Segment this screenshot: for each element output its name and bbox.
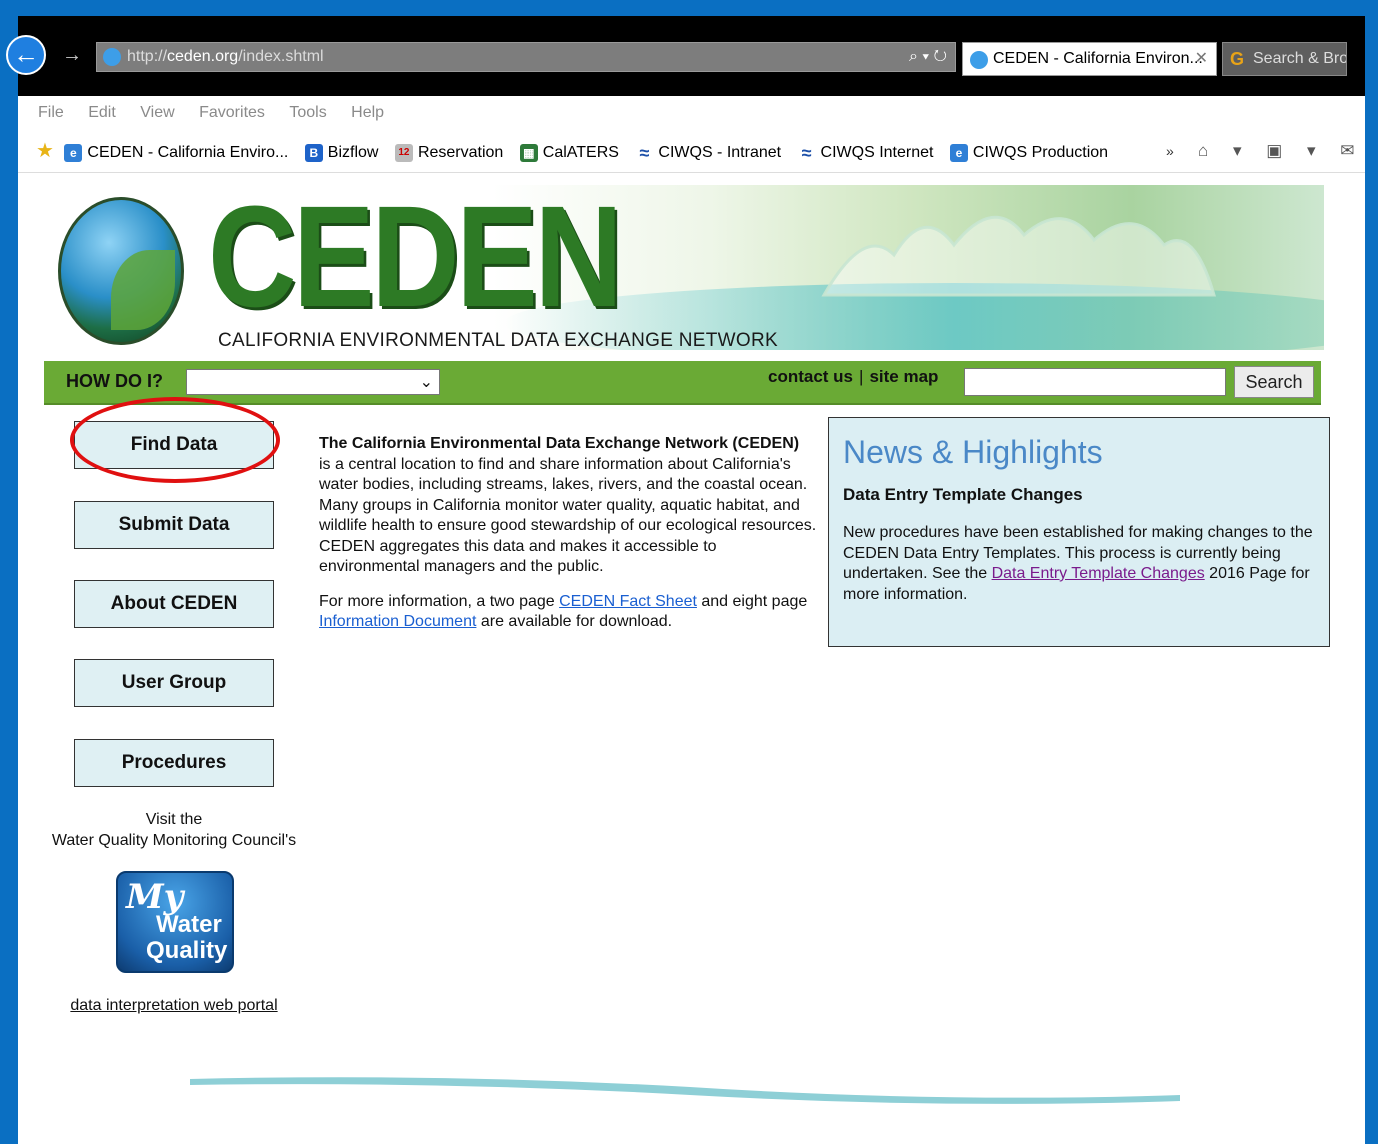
menu-view[interactable]: View	[140, 104, 174, 121]
submit-data-button[interactable]: Submit Data	[74, 501, 274, 549]
toolbar-icons[interactable]: ⌂ ▾ ▣ ▾ ✉	[1198, 130, 1365, 172]
tab-title: CEDEN - California Environ...	[993, 50, 1203, 67]
web-page: CEDEN CALIFORNIA ENVIRONMENTAL DATA EXCH…	[18, 173, 1365, 1144]
visit-council-text: Visit the Water Quality Monitoring Counc…	[18, 809, 330, 851]
template-changes-link[interactable]: Data Entry Template Changes	[992, 565, 1205, 582]
intro-body: is a central location to find and share …	[319, 455, 817, 576]
leaf-icon	[111, 250, 175, 330]
close-icon[interactable]: ✕	[1195, 43, 1208, 75]
footer-wave-graphic	[190, 1077, 1180, 1104]
favorite-label: Reservation	[417, 144, 504, 161]
menu-tools[interactable]: Tools	[289, 104, 326, 121]
visit-line-2: Water Quality Monitoring Council's	[51, 832, 297, 849]
site-banner: CEDEN CALIFORNIA ENVIRONMENTAL DATA EXCH…	[44, 185, 1324, 350]
visit-line-1: Visit the	[145, 811, 203, 828]
menu-file[interactable]: File	[38, 104, 64, 121]
window-frame	[0, 0, 1378, 16]
url-host: ceden.org	[167, 48, 239, 65]
ceden-logo-icon	[58, 197, 184, 345]
howdoi-dropdown[interactable]: ⌄	[186, 369, 440, 395]
ie-icon	[970, 51, 988, 69]
news-highlights-box: News & Highlights Data Entry Template Ch…	[828, 417, 1330, 647]
back-arrow-icon: ←	[13, 39, 39, 69]
info-document-link[interactable]: Information Document	[319, 613, 476, 630]
forward-button[interactable]: →	[62, 44, 82, 67]
logo-quality: Quality	[146, 937, 228, 964]
favorites-bar: ★ e CEDEN - California Enviro... B Bizflow…	[18, 130, 1365, 173]
menu-edit[interactable]: Edit	[88, 104, 116, 121]
ceden-subtitle: CALIFORNIA ENVIRONMENTAL DATA EXCHANGE N…	[218, 330, 778, 350]
ie-page-icon: e	[949, 143, 968, 162]
more-info-middle: and eight page	[696, 592, 808, 610]
calaters-icon: ▦	[519, 143, 538, 162]
favorite-label: CIWQS - Intranet	[658, 144, 782, 161]
favorite-label: CalATERS	[542, 144, 619, 161]
chevron-icon[interactable]: »	[1166, 130, 1174, 172]
favorite-calaters[interactable]: ▦ CalATERS	[519, 132, 619, 172]
more-info-suffix: are available for download.	[476, 613, 673, 630]
wave-icon: ≈	[801, 142, 812, 163]
fact-sheet-link[interactable]: CEDEN Fact Sheet	[559, 593, 697, 610]
tab-search[interactable]: G Search & Bro	[1222, 42, 1347, 76]
portal-link[interactable]: data interpretation web portal	[18, 997, 330, 1015]
menu-bar: File Edit View Favorites Tools Help	[18, 96, 1365, 130]
ie-page-icon: e	[64, 143, 83, 162]
search-tab-icon: G	[1230, 49, 1245, 69]
more-info-prefix: For more information, a two page	[319, 592, 560, 610]
favorite-label: CIWQS Internet	[820, 144, 934, 161]
favorite-ciwqs-production[interactable]: e CIWQS Production	[949, 132, 1109, 172]
water-splash-graphic	[821, 215, 1216, 297]
favorite-ciwqs-intranet[interactable]: ≈ CIWQS - Intranet	[635, 132, 782, 172]
favorite-reservation[interactable]: 12 Reservation	[394, 132, 504, 172]
ie-icon	[103, 48, 121, 66]
ceden-logo-text: CEDEN	[208, 185, 623, 337]
favorite-label: CEDEN - California Enviro...	[87, 144, 289, 161]
nav-links: contact us | site map	[768, 367, 938, 387]
highlight-circle-annotation	[70, 397, 280, 483]
tab-ceden[interactable]: CEDEN - California Environ... ✕	[962, 42, 1217, 76]
search-refresh-icons[interactable]: ⌕ ▾ ↻	[909, 43, 947, 71]
search-button[interactable]: Search	[1234, 366, 1314, 398]
favorite-ceden[interactable]: e CEDEN - California Enviro...	[64, 132, 289, 172]
favorite-bizflow[interactable]: B Bizflow	[304, 132, 379, 172]
howdoi-label: HOW DO I?	[66, 371, 163, 391]
news-title: News & Highlights	[843, 434, 1103, 470]
bizflow-icon: B	[304, 143, 323, 162]
favorite-label: CIWQS Production	[972, 144, 1109, 161]
url-path: /index.shtml	[238, 48, 324, 65]
contact-us-link[interactable]: contact us	[768, 367, 853, 386]
intro-title: The California Environmental Data Exchan…	[319, 435, 800, 452]
chevron-down-icon: ⌄	[419, 374, 433, 391]
favorite-ciwqs-internet[interactable]: ≈ CIWQS Internet	[798, 132, 934, 172]
news-subtitle: Data Entry Template Changes	[843, 485, 1083, 504]
menu-favorites[interactable]: Favorites	[199, 104, 265, 121]
tab-title: Search & Bro	[1253, 50, 1347, 67]
about-ceden-button[interactable]: About CEDEN	[74, 580, 274, 628]
site-search-input[interactable]	[964, 368, 1226, 396]
my-water-quality-logo[interactable]: My Water Quality	[116, 871, 234, 973]
logo-water: Water	[156, 911, 222, 938]
favorite-label: Bizflow	[327, 144, 379, 161]
favorites-star-icon[interactable]: ★	[36, 140, 54, 162]
calendar-icon: 12	[394, 143, 413, 162]
back-button[interactable]: ←	[6, 35, 46, 75]
nav-separator: |	[859, 367, 864, 386]
forward-arrow-icon: →	[62, 44, 82, 66]
main-content: The California Environmental Data Exchan…	[319, 434, 819, 647]
news-body: New procedures have been established for…	[843, 523, 1315, 605]
site-map-link[interactable]: site map	[869, 367, 938, 386]
address-bar[interactable]: http://ceden.org/index.shtml ⌕ ▾ ↻	[96, 42, 956, 72]
site-nav-bar: HOW DO I? ⌄ contact us | site map Search	[44, 361, 1321, 405]
procedures-button[interactable]: Procedures	[74, 739, 274, 787]
url-prefix: http://	[127, 48, 168, 65]
menu-help[interactable]: Help	[351, 104, 384, 121]
wave-icon: ≈	[639, 142, 650, 163]
user-group-button[interactable]: User Group	[74, 659, 274, 707]
